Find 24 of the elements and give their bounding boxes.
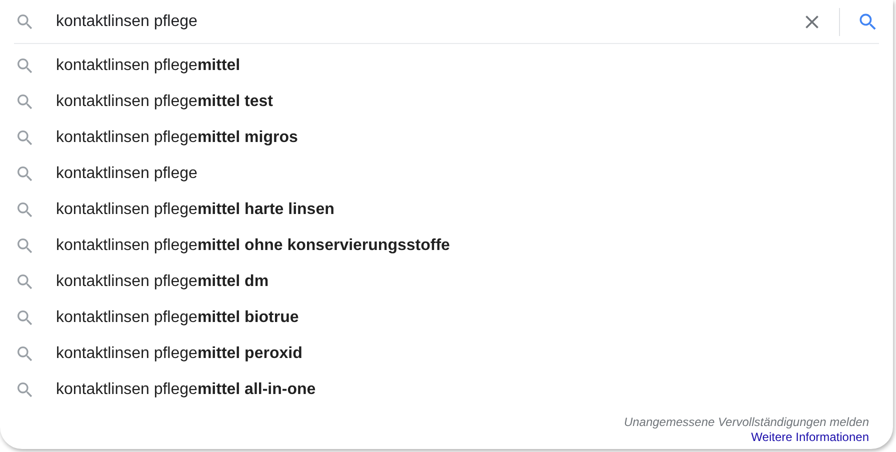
search-icon <box>15 380 35 400</box>
suggestion-item[interactable]: kontaktlinsen pflegemittel ohne konservierungsstoffe <box>56 237 450 255</box>
suggestion-item[interactable]: kontaktlinsen pflegemittel test <box>56 93 274 111</box>
search-icon <box>15 56 35 76</box>
search-icon <box>15 308 35 328</box>
search-icon <box>15 344 35 364</box>
info-link[interactable]: Weitere Informationen <box>751 430 869 445</box>
search-icon <box>15 92 35 112</box>
search-icon <box>15 236 35 256</box>
suggestion-item[interactable]: kontaktlinsen pflegemittel peroxid <box>56 345 302 363</box>
suggestion-item[interactable]: kontaktlinsen pflegemittel <box>56 57 240 75</box>
search-icon <box>15 200 35 220</box>
search-icon <box>15 272 35 292</box>
report-link[interactable]: Unangemessene Vervollständigungen melden <box>624 415 869 430</box>
suggestion-item[interactable]: kontaktlinsen pflegemittel dm <box>56 273 269 291</box>
suggestion-item[interactable]: kontaktlinsen pflegemittel harte linsen <box>56 201 334 219</box>
search-icon <box>15 12 35 32</box>
search-field[interactable]: kontaktlinsen pflege <box>56 10 801 34</box>
suggestion-item[interactable]: kontaktlinsen pflegemittel all-in-one <box>56 381 316 399</box>
suggestion-item[interactable]: kontaktlinsen pflegemittel migros <box>56 129 298 147</box>
suggestion-item[interactable]: kontaktlinsen pflege <box>56 165 198 183</box>
search-icon <box>15 128 35 148</box>
suggestion-item[interactable]: kontaktlinsen pflegemittel biotrue <box>56 309 299 327</box>
search-icon <box>15 164 35 184</box>
